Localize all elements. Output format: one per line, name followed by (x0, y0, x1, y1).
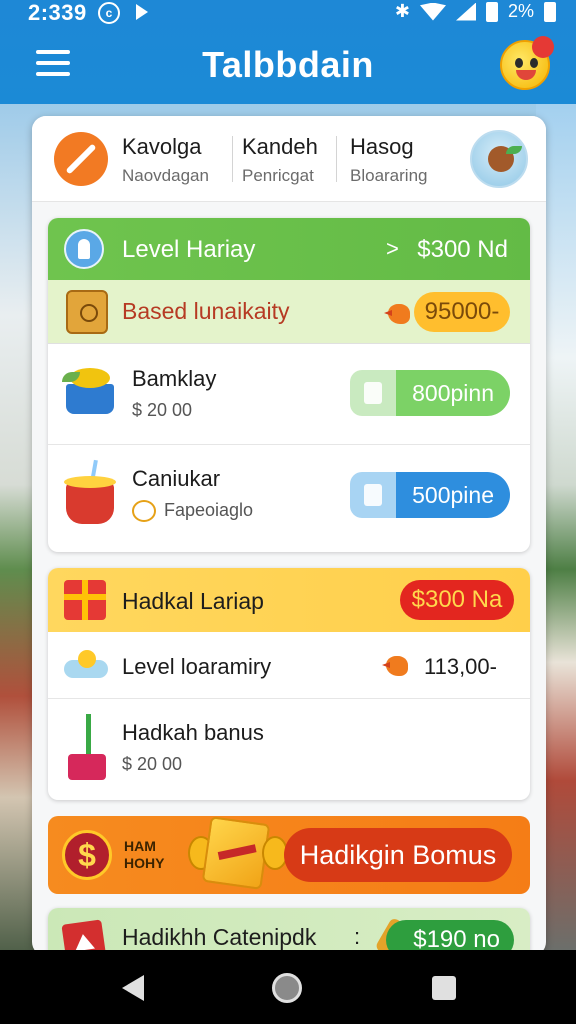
play-icon (136, 4, 148, 20)
main-panel: Kavolga Naovdagan Kandeh Penricgat Hasog… (32, 116, 546, 956)
level-card-value: $300 Nd (417, 236, 508, 263)
bonus-card-title: Hadkal Lariap (122, 588, 264, 614)
bonus-card-header[interactable]: Hadkal Lariap $300 Na (48, 568, 530, 632)
dollar-coin-icon: $ (62, 830, 112, 880)
fruit-basket-icon (62, 362, 118, 418)
tab-subtitle: Bloararing (350, 166, 428, 185)
profile-mascot-icon[interactable] (500, 36, 554, 90)
subheader-badge[interactable]: 95000- (414, 292, 510, 332)
gift-box-icon (64, 580, 106, 620)
app-bar: 2:339 c ✱ 2% Talbbdain (0, 0, 576, 104)
separator-text: : (354, 924, 361, 949)
leaf-icon (506, 146, 522, 154)
battery-text: 2% (507, 1, 534, 21)
recent-apps-icon[interactable] (432, 976, 456, 1000)
tab-subtitle: Penricgat (242, 166, 314, 185)
item-action-label: 800pinn (412, 380, 494, 406)
mascot-eye-icon (515, 58, 523, 68)
bonus-banner[interactable]: $ HAM HOHY Hadikgin Bomus (48, 816, 530, 894)
list-item[interactable]: Caniukar Fapeoiaglo 500pine (48, 444, 530, 552)
item-action-button[interactable]: 800pinn (350, 370, 510, 416)
banner-caption-line: HAM (124, 838, 156, 854)
notification-dot-icon (532, 36, 554, 58)
drink-cup-icon (62, 459, 118, 530)
coins-icon (132, 500, 156, 522)
app-title: Talbbdain (202, 44, 374, 85)
home-icon[interactable] (272, 973, 302, 1003)
tab-hasog[interactable]: Hasog Bloararing (350, 134, 428, 186)
battery-icon-2 (544, 1, 556, 22)
item-title: Caniukar (132, 466, 221, 491)
tab-bar: Kavolga Naovdagan Kandeh Penricgat Hasog… (32, 116, 546, 202)
user-avatar[interactable] (470, 130, 528, 188)
back-icon[interactable] (122, 975, 144, 1001)
item-value: 113,00- (424, 654, 497, 679)
level-card: Level Hariay > $300 Nd Based lunaikaity … (48, 218, 530, 552)
status-time: 2:339 (28, 0, 87, 25)
bag-icon (350, 472, 396, 518)
bag-icon (66, 290, 108, 334)
item-action-label: 500pine (412, 482, 494, 508)
weather-icon (64, 650, 108, 678)
level-card-header[interactable]: Level Hariay > $300 Nd (48, 218, 530, 280)
level-card-title: Level Hariay (122, 236, 256, 263)
tab-title: Kandeh (242, 134, 318, 159)
subheader-title: Based lunaikaity (122, 298, 290, 324)
bird-icon (382, 650, 412, 680)
item-title: Level loaramiry (122, 654, 272, 679)
broom-icon (68, 714, 108, 784)
bag-icon (350, 370, 396, 416)
tab-divider (336, 136, 337, 182)
tab-kandeh[interactable]: Kandeh Penricgat (242, 134, 318, 186)
item-title: Hadkah banus (122, 720, 264, 745)
tab-subtitle: Naovdagan (122, 166, 209, 185)
system-navigation-bar (0, 950, 576, 1024)
signal-icon (455, 2, 476, 21)
category-card[interactable]: Hadikhh Catenipdk : $190 no (48, 908, 530, 956)
brand-logo-icon[interactable] (54, 132, 108, 186)
list-item[interactable]: Hadkah banus $ 20 00 (48, 698, 530, 800)
battery-icon (485, 1, 498, 22)
status-bar: 2:339 c ✱ 2% (0, 0, 576, 26)
list-item[interactable]: Level loaramiry 113,00- (48, 632, 530, 698)
chevron-right-icon: > (386, 236, 399, 261)
item-price: $ 20 00 (122, 754, 183, 774)
level-card-subheader: Based lunaikaity 95000- (48, 280, 530, 344)
tab-divider (232, 136, 233, 182)
bonus-card: Hadkal Lariap $300 Na Level loaramiry 11… (48, 568, 530, 800)
bird-icon (384, 298, 414, 328)
tab-kavolga[interactable]: Kavolga Naovdagan (122, 134, 209, 186)
notification-icon: c (98, 2, 120, 24)
wifi-icon (419, 2, 446, 21)
bonus-button[interactable]: Hadikgin Bomus (284, 828, 512, 882)
bluetooth-icon: ✱ (394, 1, 410, 21)
tab-title: Hasog (350, 134, 414, 159)
level-up-icon (64, 229, 104, 269)
mascot-mouth-icon (516, 70, 536, 80)
item-action-button[interactable]: 500pine (350, 472, 510, 518)
item-title: Bamklay (132, 366, 217, 391)
item-price: $ 20 00 (132, 400, 193, 420)
item-subtitle: Fapeoiaglo (164, 500, 254, 520)
banner-caption-line: HOHY (124, 855, 165, 871)
tab-title: Kavolga (122, 134, 202, 159)
banner-caption: HAM HOHY (124, 838, 164, 872)
status-icons: ✱ 2% (395, 1, 556, 22)
list-item[interactable]: Bamklay $ 20 00 800pinn (48, 344, 530, 444)
ticket-icon (201, 816, 271, 890)
mascot-eye-icon (530, 58, 538, 68)
category-card-title: Hadikhh Catenipdk (122, 924, 317, 950)
bonus-card-value[interactable]: $300 Na (400, 580, 514, 620)
